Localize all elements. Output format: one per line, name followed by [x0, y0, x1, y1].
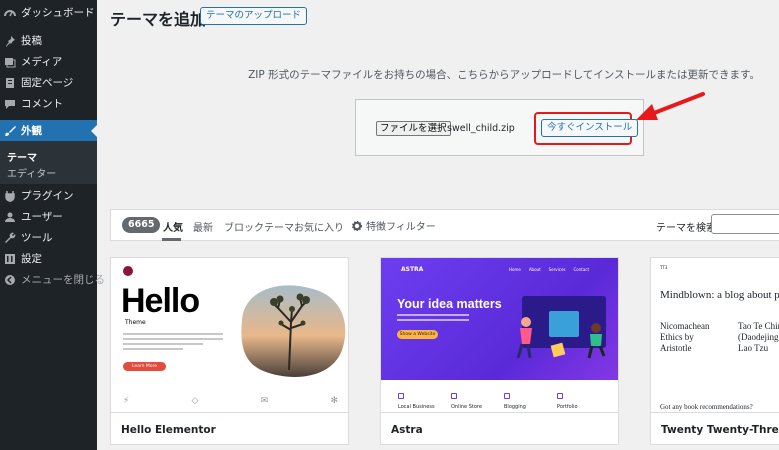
- settings-icon: [4, 253, 16, 265]
- sidebar-item-label: ツール: [21, 232, 53, 244]
- media-icon: [4, 56, 16, 68]
- submenu-item-editor[interactable]: エディター: [7, 165, 56, 180]
- sidebar-item-label: 設定: [21, 253, 42, 265]
- desert-tree-image: [241, 285, 346, 377]
- theme-count-badge: 6665: [122, 217, 161, 233]
- theme-search-input[interactable]: [711, 214, 779, 234]
- preview-brand: ASTRA: [401, 266, 424, 273]
- preview-headline: Your idea matters: [397, 297, 502, 311]
- sidebar-item-dashboard[interactable]: ダッシュボード: [0, 2, 97, 23]
- dashboard-icon: [4, 7, 16, 19]
- preview-nav-link: Services: [548, 267, 566, 272]
- selected-file-name: swell_child.zip: [447, 123, 515, 134]
- theme-name: Astra: [381, 412, 618, 444]
- wrench-icon: [4, 232, 16, 244]
- sidebar-item-posts[interactable]: 投稿: [0, 30, 97, 51]
- sidebar-item-media[interactable]: メディア: [0, 51, 97, 72]
- blog-icon: [504, 393, 510, 399]
- user-icon: [4, 211, 16, 223]
- portfolio-icon: [557, 393, 563, 399]
- sidebar-item-tools[interactable]: ツール: [0, 227, 97, 248]
- page-title: テーマを追加: [110, 10, 207, 29]
- preview-post-2: Tao Te Chin (Daodejing) Lao Tzu: [738, 321, 779, 353]
- sidebar-item-plugins[interactable]: プラグイン: [0, 185, 97, 206]
- sidebar-item-label: 投稿: [21, 35, 42, 47]
- sidebar-item-settings[interactable]: 設定: [0, 248, 97, 269]
- sidebar-item-label: メニューを閉じる: [21, 274, 105, 286]
- brush-icon: [4, 125, 16, 137]
- plugin-icon: [4, 190, 16, 202]
- upload-description: ZIP 形式のテーマファイルをお持ちの場合、こちらからアップロードしてインストー…: [248, 69, 760, 81]
- preview-nav: Home About Services Contact: [509, 267, 589, 272]
- sidebar-item-label: コメント: [21, 98, 63, 110]
- theme-card-astra[interactable]: ASTRA Home About Services Contact Your idea…: [380, 257, 619, 445]
- preview-title: Hello: [121, 282, 200, 320]
- sidebar-item-label: プラグイン: [21, 190, 74, 202]
- theme-name: Twenty Twenty-Three: [651, 412, 779, 444]
- sidebar-item-pages[interactable]: 固定ページ: [0, 72, 97, 93]
- tab-latest[interactable]: 最新: [193, 219, 213, 234]
- preview-nav-link: About: [528, 267, 541, 272]
- theme-card-hello-elementor[interactable]: Hello Theme Learn More ⚡ ◇ ✉ ✻ Hello Elemen…: [110, 257, 349, 445]
- theme-name: Hello Elementor: [111, 412, 348, 444]
- cart-icon: [451, 393, 457, 399]
- choose-file-button[interactable]: ファイルを選択: [376, 121, 451, 136]
- preview-text-lines: [397, 314, 469, 324]
- preview-subtitle: Theme: [125, 319, 146, 326]
- preview-icon-row: ⚡ ◇ ✉ ✻: [123, 396, 338, 406]
- feature-filter-button[interactable]: 特徴フィルター: [352, 218, 436, 233]
- feature-label: Online Store: [451, 404, 482, 410]
- preview-nav-link: Contact: [573, 267, 590, 272]
- pin-icon: [4, 35, 16, 47]
- annotation-arrow-icon: [636, 92, 705, 120]
- preview-post-1: Nicomachean Ethics by Aristotle: [660, 321, 710, 353]
- collapse-menu-button[interactable]: メニューを閉じる: [0, 269, 105, 290]
- sidebar-item-label: ユーザー: [21, 211, 63, 223]
- sidebar-item-appearance[interactable]: 外観: [0, 120, 97, 141]
- search-label: テーマを検索: [656, 223, 716, 234]
- hello-logo-icon: [123, 266, 133, 276]
- preview-button: Show a Website: [397, 330, 438, 339]
- install-now-button[interactable]: 今すぐインストール: [541, 119, 639, 137]
- feature-label: Local Business: [398, 404, 435, 410]
- page-icon: [4, 77, 16, 89]
- admin-sidebar: ダッシュボード 投稿 メディア 固定ページ コメント 外観 テーマ エディター …: [0, 0, 105, 450]
- theme-screenshot[interactable]: TT3 Mindblown: a blog about phi Nicomach…: [651, 258, 779, 412]
- collapse-icon: [4, 274, 16, 286]
- tab-popular[interactable]: 人気: [163, 219, 183, 234]
- upload-theme-button[interactable]: テーマのアップロード: [200, 7, 308, 25]
- preview-nav-link: Home: [509, 267, 521, 272]
- feature-label: Blogging: [504, 404, 526, 410]
- preview-text-lines: [123, 333, 223, 353]
- active-tab-indicator: [162, 238, 181, 241]
- theme-screenshot[interactable]: ASTRA Home About Services Contact Your idea…: [381, 258, 618, 412]
- theme-card-twenty-twenty-three[interactable]: TT3 Mindblown: a blog about phi Nicomach…: [650, 257, 779, 445]
- gear-icon: [352, 220, 362, 231]
- people-illustration: [516, 317, 606, 359]
- preview-headline: Mindblown: a blog about phi: [660, 289, 779, 301]
- preview-question: Got any book recommendations?: [660, 403, 753, 411]
- sidebar-item-users[interactable]: ユーザー: [0, 206, 97, 227]
- sidebar-item-label: 外観: [21, 125, 42, 137]
- theme-screenshot[interactable]: Hello Theme Learn More ⚡ ◇ ✉ ✻: [111, 258, 348, 412]
- comment-icon: [4, 98, 16, 110]
- feature-filter-label: 特徴フィルター: [366, 222, 436, 233]
- sidebar-item-label: メディア: [21, 56, 63, 68]
- tab-block-themes[interactable]: ブロックテーマ: [224, 219, 294, 234]
- appearance-submenu: テーマ エディター: [0, 141, 97, 184]
- submenu-item-themes[interactable]: テーマ: [7, 149, 37, 164]
- sidebar-item-label: ダッシュボード: [21, 7, 95, 19]
- sidebar-item-label: 固定ページ: [21, 77, 74, 89]
- preview-cta: Learn More: [123, 362, 166, 371]
- preview-features: Local Business Online Store Blogging Por…: [381, 380, 618, 412]
- sidebar-item-comments[interactable]: コメント: [0, 93, 97, 114]
- preview-site-name: TT3: [660, 265, 668, 270]
- store-icon: [398, 393, 404, 399]
- feature-label: Portfolio: [557, 404, 578, 410]
- tab-favorites[interactable]: お気に入り: [294, 219, 344, 234]
